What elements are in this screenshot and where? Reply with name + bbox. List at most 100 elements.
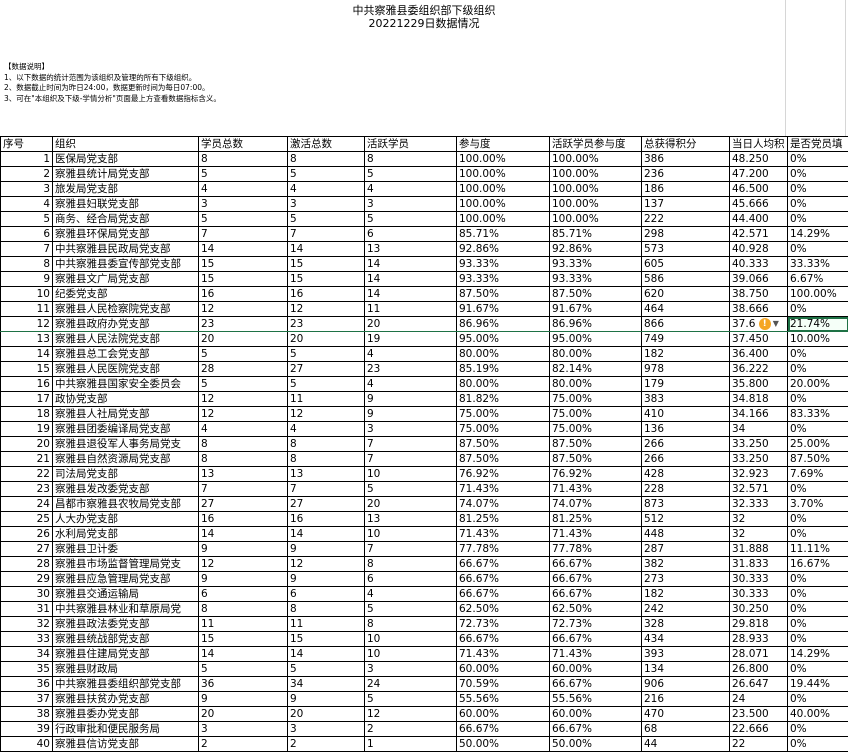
- col-daily-avg-cell[interactable]: 31.833: [729, 556, 788, 572]
- table-row[interactable]: 28 察雅县市场监督管理局党支 12 12 8 66.67% 66.67% 382 31.833…: [0, 556, 848, 572]
- col-members-cell[interactable]: 14: [198, 526, 288, 542]
- col-org-cell[interactable]: 察雅县市场监督管理局党支: [52, 556, 199, 572]
- col-activated-cell[interactable]: 7: [287, 226, 365, 242]
- col-activated-cell[interactable]: 8: [287, 601, 365, 617]
- col-participation-cell[interactable]: 60.00%: [456, 661, 550, 677]
- col-members-cell[interactable]: 4: [198, 421, 288, 437]
- col-participation-cell[interactable]: 66.67%: [456, 571, 550, 587]
- col-participation-cell[interactable]: 77.78%: [456, 541, 550, 557]
- col-active-participation-cell[interactable]: 92.86%: [549, 241, 642, 257]
- col-activated-cell[interactable]: 8: [287, 436, 365, 452]
- col-index-cell[interactable]: 26: [0, 526, 53, 542]
- table-row[interactable]: 5 商务、经合局党支部 5 5 5 100.00% 100.00% 222 44.400 0%: [0, 211, 848, 227]
- col-activated-cell[interactable]: 27: [287, 496, 365, 512]
- col-daily-avg-cell[interactable]: 36.400: [729, 346, 788, 362]
- col-participation-cell[interactable]: 70.59%: [456, 676, 550, 692]
- col-org-cell[interactable]: 商务、经合局党支部: [52, 211, 199, 227]
- col-total-points-cell[interactable]: 273: [641, 571, 730, 587]
- col-party-member-cell[interactable]: 20.00%: [787, 376, 848, 392]
- col-active-participation-cell[interactable]: 100.00%: [549, 181, 642, 197]
- col-activated-cell[interactable]: 15: [287, 631, 365, 647]
- col-active-cell[interactable]: 10: [364, 646, 457, 662]
- col-index-cell[interactable]: 2: [0, 166, 53, 182]
- col-activated-cell[interactable]: 5: [287, 376, 365, 392]
- col-members-cell[interactable]: 12: [198, 301, 288, 317]
- col-members-cell[interactable]: 20: [198, 706, 288, 722]
- table-row[interactable]: 1 医保局党支部 8 8 8 100.00% 100.00% 386 48.250 0%: [0, 151, 848, 167]
- col-activated-cell[interactable]: 3: [287, 721, 365, 737]
- col-activated-cell[interactable]: 6: [287, 586, 365, 602]
- col-total-points-cell[interactable]: 382: [641, 556, 730, 572]
- col-party-member-cell[interactable]: 21.74%: [787, 316, 848, 332]
- col-party-member-cell[interactable]: 0%: [787, 661, 848, 677]
- col-members-cell[interactable]: 5: [198, 376, 288, 392]
- col-index-cell[interactable]: 40: [0, 736, 53, 752]
- col-total-points-cell[interactable]: 386: [641, 151, 730, 167]
- col-active-cell[interactable]: 19: [364, 331, 457, 347]
- col-index-cell[interactable]: 22: [0, 466, 53, 482]
- col-party-member-cell[interactable]: 14.29%: [787, 646, 848, 662]
- col-org-cell[interactable]: 医保局党支部: [52, 151, 199, 167]
- col-activated-cell[interactable]: 8: [287, 151, 365, 167]
- col-total-points-cell[interactable]: 266: [641, 436, 730, 452]
- col-active-participation-header[interactable]: 活跃学员参与度: [549, 136, 642, 152]
- col-active-participation-cell[interactable]: 95.00%: [549, 331, 642, 347]
- col-members-cell[interactable]: 9: [198, 691, 288, 707]
- col-active-cell[interactable]: 8: [364, 556, 457, 572]
- col-active-participation-cell[interactable]: 75.00%: [549, 391, 642, 407]
- col-active-participation-cell[interactable]: 74.07%: [549, 496, 642, 512]
- col-total-points-cell[interactable]: 906: [641, 676, 730, 692]
- col-members-cell[interactable]: 8: [198, 436, 288, 452]
- col-active-cell[interactable]: 6: [364, 226, 457, 242]
- col-active-participation-cell[interactable]: 55.56%: [549, 691, 642, 707]
- col-activated-cell[interactable]: 16: [287, 286, 365, 302]
- col-total-points-cell[interactable]: 44: [641, 736, 730, 752]
- col-org-cell[interactable]: 旅发局党支部: [52, 181, 199, 197]
- col-org-cell[interactable]: 察雅县政府办党支部: [52, 316, 199, 332]
- col-total-points-cell[interactable]: 393: [641, 646, 730, 662]
- col-index-cell[interactable]: 3: [0, 181, 53, 197]
- col-index-cell[interactable]: 39: [0, 721, 53, 737]
- col-index-cell[interactable]: 38: [0, 706, 53, 722]
- col-index-cell[interactable]: 18: [0, 406, 53, 422]
- col-total-points-cell[interactable]: 298: [641, 226, 730, 242]
- col-index-cell[interactable]: 6: [0, 226, 53, 242]
- col-active-cell[interactable]: 5: [364, 211, 457, 227]
- col-party-member-cell[interactable]: 0%: [787, 346, 848, 362]
- table-row[interactable]: 13 察雅县人民法院党支部 20 20 19 95.00% 95.00% 749 37.450 1…: [0, 331, 848, 347]
- col-total-points-cell[interactable]: 464: [641, 301, 730, 317]
- col-daily-avg-cell[interactable]: 48.250: [729, 151, 788, 167]
- col-daily-avg-cell[interactable]: 36.222: [729, 361, 788, 377]
- col-participation-cell[interactable]: 85.19%: [456, 361, 550, 377]
- col-daily-avg-cell[interactable]: 34: [729, 421, 788, 437]
- col-activated-cell[interactable]: 5: [287, 166, 365, 182]
- col-party-member-cell[interactable]: 0%: [787, 586, 848, 602]
- col-participation-cell[interactable]: 100.00%: [456, 211, 550, 227]
- col-participation-cell[interactable]: 66.67%: [456, 586, 550, 602]
- col-party-member-header[interactable]: 是否党员填: [787, 136, 848, 152]
- col-daily-avg-cell[interactable]: 33.250: [729, 436, 788, 452]
- col-org-cell[interactable]: 察雅县统计局党支部: [52, 166, 199, 182]
- col-active-participation-cell[interactable]: 100.00%: [549, 211, 642, 227]
- table-row[interactable]: 22 司法局党支部 13 13 10 76.92% 76.92% 428 32.923 7.69%: [0, 466, 848, 482]
- col-participation-cell[interactable]: 91.67%: [456, 301, 550, 317]
- col-index-cell[interactable]: 13: [0, 331, 53, 347]
- col-active-participation-cell[interactable]: 87.50%: [549, 436, 642, 452]
- table-row[interactable]: 40 察雅县信访党支部 2 2 1 50.00% 50.00% 44 22 0%: [0, 736, 848, 752]
- col-party-member-cell[interactable]: 0%: [787, 181, 848, 197]
- col-active-participation-cell[interactable]: 71.43%: [549, 646, 642, 662]
- col-org-cell[interactable]: 中共察雅县委宣传部党支部: [52, 256, 199, 272]
- col-members-cell[interactable]: 27: [198, 496, 288, 512]
- col-activated-cell[interactable]: 2: [287, 736, 365, 752]
- col-total-points-cell[interactable]: 448: [641, 526, 730, 542]
- col-org-cell[interactable]: 中共察雅县国家安全委员会: [52, 376, 199, 392]
- col-participation-header[interactable]: 参与度: [456, 136, 550, 152]
- table-row[interactable]: 16 中共察雅县国家安全委员会 5 5 4 80.00% 80.00% 179 35.800 20…: [0, 376, 848, 392]
- col-members-cell[interactable]: 12: [198, 406, 288, 422]
- col-active-cell[interactable]: 11: [364, 301, 457, 317]
- col-org-cell[interactable]: 察雅县团委编译局党支部: [52, 421, 199, 437]
- col-participation-cell[interactable]: 75.00%: [456, 406, 550, 422]
- col-total-points-cell[interactable]: 978: [641, 361, 730, 377]
- col-members-cell[interactable]: 8: [198, 601, 288, 617]
- col-members-header[interactable]: 学员总数: [198, 136, 288, 152]
